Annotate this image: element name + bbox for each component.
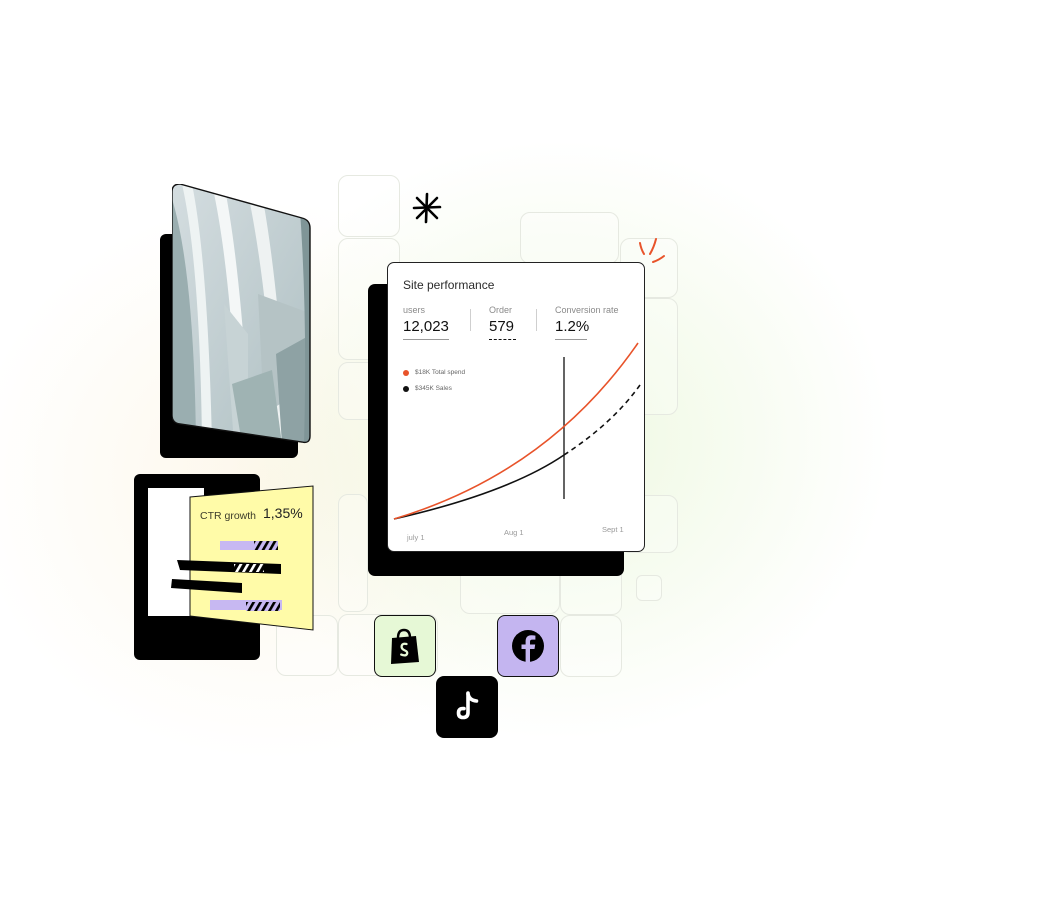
ctr-bar-1-hatch bbox=[254, 541, 278, 550]
ctr-bar-4-hatch bbox=[246, 602, 280, 611]
facebook-glyph bbox=[512, 630, 544, 662]
x-label-aug: Aug 1 bbox=[504, 528, 524, 537]
architecture-photo bbox=[171, 183, 312, 444]
spend-line bbox=[393, 342, 639, 520]
x-label-july: july 1 bbox=[407, 533, 425, 542]
orange-burst-icon bbox=[639, 238, 665, 263]
x-label-sept: Sept 1 bbox=[602, 525, 624, 534]
sales-line-solid bbox=[393, 454, 565, 520]
tiktok-glyph bbox=[456, 691, 479, 720]
performance-chart bbox=[393, 342, 641, 520]
ctr-bar-2-hatch bbox=[234, 564, 264, 572]
tiktok-icon[interactable] bbox=[436, 676, 498, 738]
site-performance-card: Site performance users 12,023 Order 579 … bbox=[387, 262, 645, 552]
facebook-icon[interactable] bbox=[497, 615, 559, 677]
asterisk-sparkle-icon bbox=[412, 192, 442, 224]
ctr-growth-label: CTR growth bbox=[200, 510, 257, 522]
shopify-bag-glyph bbox=[391, 628, 419, 664]
ctr-growth-value: 1,35% bbox=[263, 505, 303, 521]
sales-line-dashed bbox=[563, 384, 641, 456]
shopify-icon[interactable] bbox=[374, 615, 436, 677]
